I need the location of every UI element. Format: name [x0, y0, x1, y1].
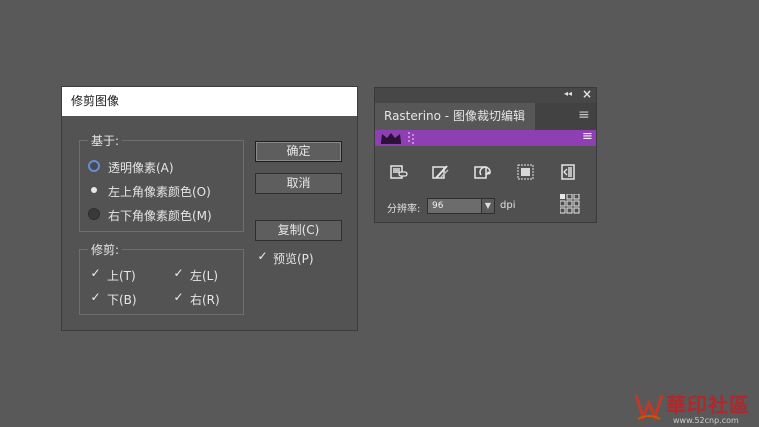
radio-button[interactable] [88, 208, 100, 220]
radio-label: 透明像素(A) [108, 161, 174, 175]
banner-menu-icon[interactable]: ≡ [582, 129, 593, 144]
ok-button[interactable]: 确定 [255, 141, 342, 162]
crown-icon [381, 133, 401, 144]
trim-legend: 修剪: [88, 241, 123, 258]
radio-label: 左上角像素颜色(O) [108, 185, 211, 199]
radio-button-selected[interactable] [91, 187, 97, 193]
radio-label: 右下角像素颜色(M) [108, 209, 212, 223]
crop-image-icon[interactable] [517, 164, 535, 180]
panel-tab[interactable]: Rasterino - 图像裁切编辑 [375, 103, 535, 130]
watermark-url: www.52cnp.com [673, 416, 739, 425]
resolution-label: 分辨率: [387, 204, 421, 215]
check-icon[interactable]: ✓ [90, 291, 101, 303]
check-icon[interactable]: ✓ [257, 250, 268, 262]
chevron-down-icon[interactable]: ▼ [481, 198, 495, 214]
dialog-title: 修剪图像 [62, 87, 357, 116]
copy-button[interactable]: 复制(C) [255, 220, 342, 241]
panel-menu-icon[interactable]: ≡ [578, 107, 590, 123]
check-icon[interactable]: ✓ [90, 267, 101, 279]
link-image-icon[interactable] [390, 164, 408, 180]
checkbox-label: 上(T) [107, 269, 136, 283]
split-image-icon[interactable] [559, 164, 577, 180]
rasterino-panel: ◂◂ × Rasterino - 图像裁切编辑 ≡ ≡ 分辨率: 96 ▼ dp… [374, 87, 597, 223]
edit-tools-icon[interactable] [432, 164, 450, 180]
checkbox-label: 左(L) [190, 269, 219, 283]
radio-button[interactable] [88, 160, 100, 172]
grid-icon[interactable] [560, 194, 580, 214]
rasterino-banner: ≡ [375, 129, 596, 146]
collapse-icon[interactable]: ◂◂ [564, 89, 572, 98]
watermark: 華印社區 www.52cnp.com [633, 389, 758, 427]
checkbox-label: 右(R) [190, 293, 220, 307]
resolution-unit: dpi [500, 200, 516, 211]
watermark-logo-icon [634, 394, 664, 422]
checkbox-label: 下(B) [107, 293, 137, 307]
trim-dialog: 修剪图像 基于: 透明像素(A) 左上角像素颜色(O) 右下角像素颜色(M) 修… [61, 86, 358, 331]
check-icon[interactable]: ✓ [173, 267, 184, 279]
pattern-icon [408, 132, 414, 144]
panel-header-strip [375, 88, 596, 103]
close-icon[interactable]: × [582, 88, 592, 101]
check-icon[interactable]: ✓ [173, 291, 184, 303]
preview-label: 预览(P) [273, 252, 314, 266]
cancel-button[interactable]: 取消 [255, 173, 342, 194]
based-on-legend: 基于: [88, 132, 123, 149]
watermark-logo-text: 華印社區 [666, 393, 750, 417]
rotate-image-icon[interactable] [474, 164, 492, 180]
